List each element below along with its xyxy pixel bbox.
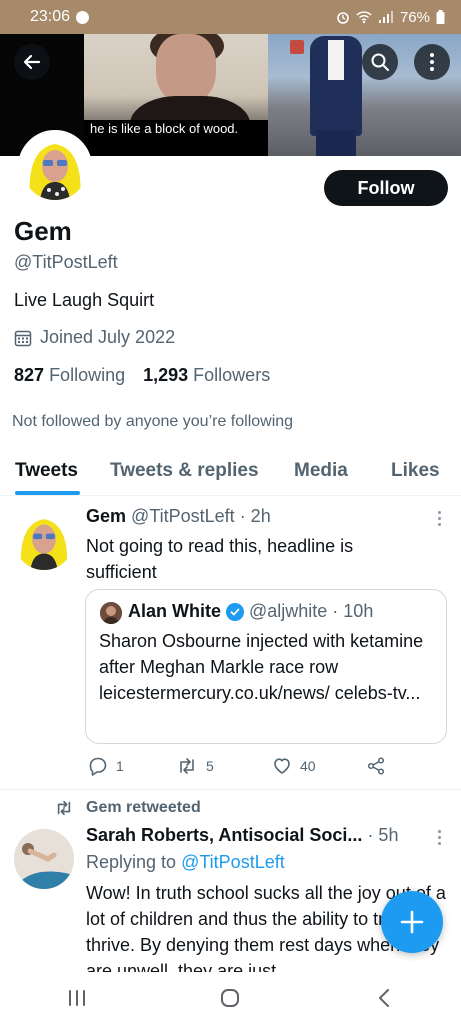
tweet-divider (0, 789, 461, 790)
profile-name: Gem (14, 216, 72, 246)
reply-count: 1 (116, 758, 124, 774)
chevron-left-icon (379, 989, 390, 1007)
followers-link[interactable]: 1,293 Followers (143, 365, 270, 386)
tweet-author-name[interactable]: Sarah Roberts, Antisocial Soci... (86, 825, 362, 845)
signal-icon (378, 10, 394, 24)
following-link[interactable]: 827 Following (14, 365, 125, 386)
retweet-button[interactable]: 5 (176, 756, 214, 776)
reply-button[interactable]: 1 (88, 756, 124, 776)
joined-date: Joined July 2022 (14, 327, 175, 348)
home-button[interactable] (200, 978, 260, 1018)
not-followed-notice: Not followed by anyone you’re following (12, 413, 294, 430)
followers-label: Followers (193, 365, 271, 385)
share-icon (367, 757, 385, 775)
retweet-icon (57, 800, 71, 816)
retweet-icon (180, 758, 194, 774)
heart-icon (274, 758, 290, 774)
status-bar: 23:06 76% (0, 0, 461, 34)
tweet-time: · 5h (367, 825, 399, 845)
recent-apps-icon (68, 990, 85, 1006)
banner-photo-woman (84, 34, 268, 156)
follow-button[interactable]: Follow (324, 170, 448, 206)
active-tab-indicator (15, 491, 80, 495)
followers-count: 1,293 (143, 365, 189, 385)
tweet-actions: 1 5 40 (88, 756, 398, 778)
home-icon (221, 989, 240, 1007)
tab-tweets[interactable]: Tweets (15, 460, 78, 482)
reply-icon (89, 757, 107, 776)
quoted-avatar (100, 602, 122, 624)
tweet-header: Sarah Roberts, Antisocial Soci... · 5h (86, 825, 398, 846)
replying-to-link[interactable]: @TitPostLeft (181, 852, 285, 872)
retweet-context: Gem retweeted (54, 799, 201, 817)
profile-tabs: Tweets Tweets & replies Media Likes (0, 450, 461, 496)
quoted-handle-time: @aljwhite · 10h (249, 601, 374, 621)
arrow-left-icon (23, 54, 41, 70)
tweet-avatar[interactable] (14, 510, 74, 570)
following-count: 827 (14, 365, 45, 385)
battery-icon (436, 10, 445, 24)
recent-apps-button[interactable] (47, 978, 107, 1018)
tweet-more-icon[interactable] (436, 830, 442, 845)
notification-dot-icon (76, 10, 90, 24)
avatar-image (14, 510, 74, 570)
like-button[interactable]: 40 (272, 756, 316, 776)
verified-badge-icon (226, 602, 244, 621)
avatar-image (14, 829, 74, 889)
tweet-avatar[interactable] (14, 829, 74, 889)
back-nav-button[interactable] (354, 978, 414, 1018)
following-label: Following (49, 365, 126, 385)
status-right: 76% (336, 9, 445, 26)
calendar-icon (14, 330, 32, 346)
plus-icon (400, 910, 424, 934)
search-icon (371, 53, 389, 71)
more-options-button[interactable] (414, 44, 450, 80)
banner-caption: he is like a block of wood. (90, 121, 239, 136)
tweet-handle-time: @TitPostLeft · 2h (131, 506, 271, 526)
tweet-author-name[interactable]: Gem (86, 506, 126, 526)
like-count: 40 (300, 758, 316, 774)
retweet-context-label: Gem retweeted (86, 799, 201, 816)
tweet-more-icon[interactable] (436, 511, 442, 526)
tab-likes[interactable]: Likes (391, 460, 440, 482)
tab-tweets-replies[interactable]: Tweets & replies (110, 460, 259, 482)
joined-text: Joined July 2022 (40, 327, 176, 347)
replying-to-prefix: Replying to (86, 852, 177, 872)
profile-handle: @TitPostLeft (14, 252, 118, 272)
compose-tweet-button[interactable] (381, 891, 443, 953)
more-vertical-icon (430, 53, 434, 71)
follow-stats: 827 Following 1,293 Followers (14, 365, 270, 386)
back-button[interactable] (14, 44, 50, 80)
replying-to: Replying to @TitPostLeft (86, 852, 285, 873)
tweet-header: Gem @TitPostLeft · 2h (86, 506, 271, 527)
quoted-tweet[interactable]: Alan White @aljwhite · 10h Sharon Osbour… (85, 589, 447, 744)
status-time: 23:06 (30, 8, 71, 25)
quoted-text: Sharon Osbourne injected with ketamine a… (99, 631, 424, 703)
retweet-count: 5 (206, 758, 214, 774)
tab-media[interactable]: Media (294, 460, 348, 482)
search-button[interactable] (362, 44, 398, 80)
avatar-image (22, 134, 88, 200)
share-button[interactable] (366, 756, 386, 776)
tweet-text: Not going to read this, headline is suff… (86, 536, 354, 582)
profile-bio: Live Laugh Squirt (14, 290, 155, 310)
status-left: 23:06 (30, 8, 90, 26)
quoted-author-name: Alan White (128, 601, 221, 621)
battery-percent: 76% (399, 8, 430, 26)
profile-avatar[interactable] (18, 130, 92, 204)
wifi-icon (356, 10, 372, 24)
quoted-header: Alan White @aljwhite · 10h (128, 601, 373, 622)
alarm-icon (336, 10, 350, 24)
system-navigation-bar (0, 972, 461, 1024)
